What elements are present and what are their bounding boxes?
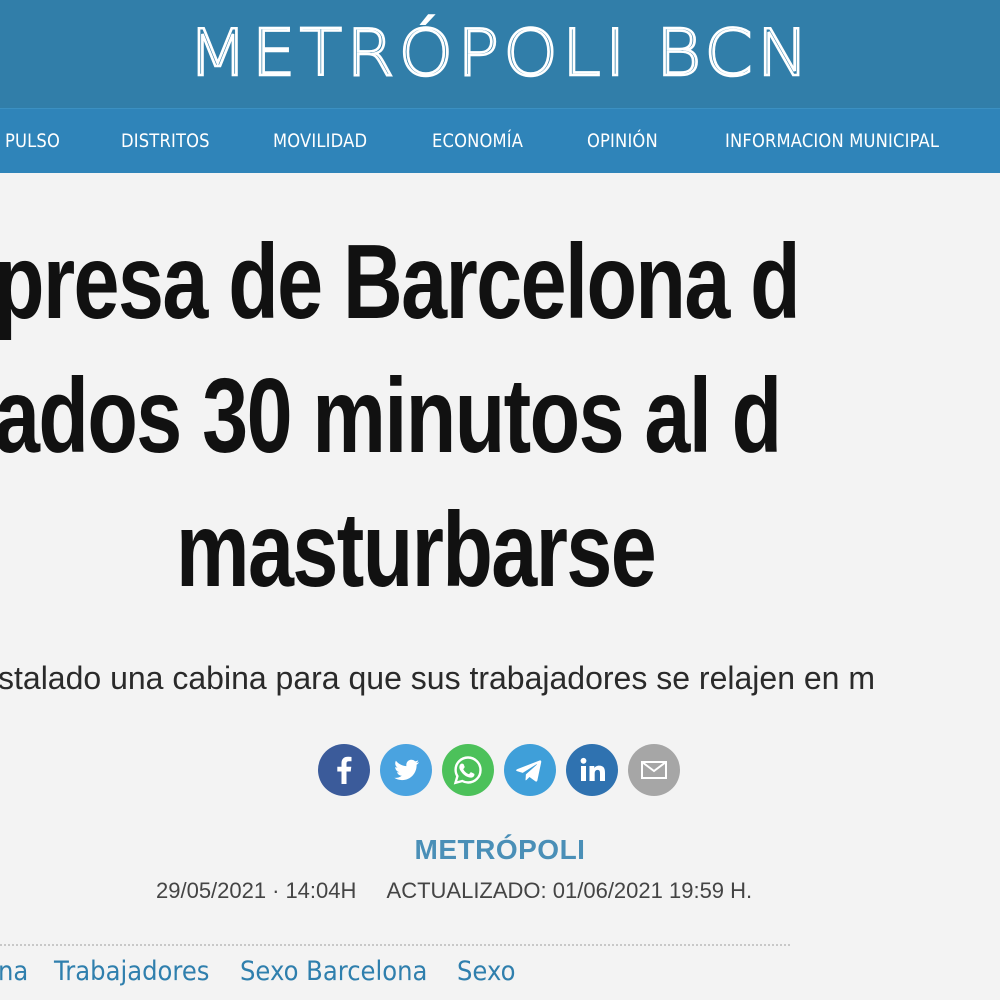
nav-item-distritos[interactable]: DISTRITOS (121, 109, 210, 173)
facebook-icon (318, 744, 370, 796)
article-tags: na Trabajadores Sexo Barcelona Sexo (0, 956, 1000, 1000)
subtitle-text: stalado una cabina para que sus trabajad… (0, 660, 876, 696)
published-date: 29/05/2021 (156, 878, 267, 903)
article-headline: presa de Barcelona d ados 30 minutos al … (0, 196, 1000, 636)
share-whatsapp-button[interactable] (442, 744, 494, 796)
nav-item-informacion-municipal[interactable]: INFORMACION MUNICIPAL (725, 109, 939, 173)
headline-line-1: presa de Barcelona d (0, 223, 801, 341)
share-twitter-button[interactable] (380, 744, 432, 796)
headline-line-3: masturbarse (176, 491, 657, 609)
share-facebook-button[interactable] (318, 744, 370, 796)
share-telegram-button[interactable] (504, 744, 556, 796)
updated-date: ACTUALIZADO: 01/06/2021 19:59 H. (386, 878, 753, 903)
nav-item-economia[interactable]: ECONOMÍA (432, 109, 523, 173)
nav-item-movilidad[interactable]: MOVILIDAD (273, 109, 367, 173)
article-author[interactable]: METRÓPOLI (0, 834, 1000, 866)
site-logo[interactable]: METRÓPOLI BCN (186, 16, 812, 93)
share-email-button[interactable] (628, 744, 680, 796)
tag-link-sexo[interactable]: Sexo (457, 956, 515, 987)
twitter-icon (380, 744, 432, 796)
nav-item-pulso[interactable]: PULSO (5, 109, 60, 173)
site-header: METRÓPOLI BCN (0, 0, 1000, 108)
mail-icon (628, 744, 680, 796)
main-nav: PULSO DISTRITOS MOVILIDAD ECONOMÍA OPINI… (0, 108, 1000, 173)
telegram-icon (504, 744, 556, 796)
linkedin-icon (566, 744, 618, 796)
article-dates: 29/05/2021 · 14:04H ACTUALIZADO: 01/06/202… (156, 878, 752, 904)
published-time: 14:04H (285, 878, 357, 903)
tag-link-trabajadores[interactable]: Trabajadores (54, 956, 209, 987)
article-subtitle: stalado una cabina para que sus trabajad… (0, 660, 1000, 697)
tag-link-sexo-barcelona[interactable]: Sexo Barcelona (240, 956, 427, 987)
share-linkedin-button[interactable] (566, 744, 618, 796)
date-separator: · (272, 878, 280, 903)
nav-item-opinion[interactable]: OPINIÓN (587, 109, 658, 173)
tags-divider (0, 944, 790, 946)
tag-link[interactable]: na (0, 956, 28, 987)
whatsapp-icon (442, 744, 494, 796)
headline-line-2: ados 30 minutos al d (0, 357, 782, 475)
